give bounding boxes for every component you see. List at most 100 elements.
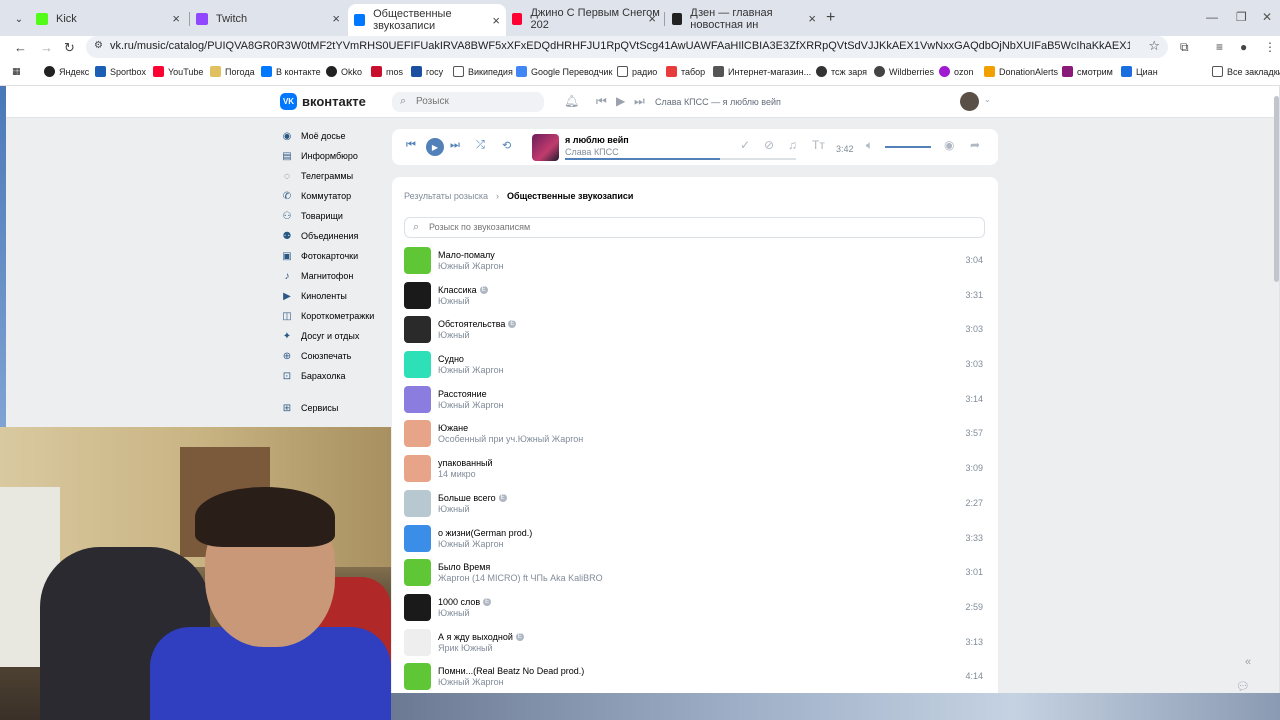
reload-icon[interactable]: ↻ — [64, 40, 75, 56]
close-tab-icon[interactable]: × — [492, 13, 500, 28]
tab-dzen[interactable]: Дзен — главная новостная ин × — [672, 7, 822, 31]
vk-logo[interactable]: VK вконтакте — [280, 93, 366, 110]
close-tab-icon[interactable]: × — [332, 11, 340, 26]
track-artist[interactable]: Южный Жаргон — [438, 400, 504, 410]
forward-icon[interactable]: → — [40, 40, 53, 55]
bookmark-item[interactable]: Погода — [210, 66, 255, 77]
bookmark-item[interactable]: mos — [371, 66, 403, 77]
bookmark-item[interactable]: Wildberries — [874, 66, 934, 77]
track-artist[interactable]: Жаргон (14 MICRO) ft ЧПь Aka KaliBRO — [438, 573, 603, 583]
bookmark-item[interactable]: ozon — [939, 66, 974, 77]
track-title[interactable]: о жизни(German prod.) — [438, 528, 532, 538]
bookmark-item[interactable]: В контакте — [261, 66, 321, 77]
bookmark-item[interactable]: Яндекс — [44, 66, 89, 77]
track-row[interactable]: Классика E Южный 3:31 — [404, 279, 985, 314]
breadcrumb-search-results[interactable]: Результаты розыска — [404, 191, 488, 201]
dislike-icon[interactable]: ⊘ — [764, 138, 774, 152]
bookmark-item[interactable]: Циан — [1121, 66, 1158, 77]
address-bar[interactable]: ⚙ vk.ru/music/catalog/PUIQVA8GR0R3W0tMF2… — [86, 36, 1168, 58]
close-tab-icon[interactable]: × — [808, 11, 816, 26]
lyrics-icon[interactable]: Tт — [812, 138, 825, 152]
menu-item-news[interactable]: ▤ Информбюро — [280, 146, 392, 166]
audio-search[interactable]: ⌕ — [404, 217, 985, 238]
menu-item-friends[interactable]: ⚇ Товарищи — [280, 206, 392, 226]
tab-twitch[interactable]: Twitch × — [196, 8, 346, 30]
track-title[interactable]: упакованный — [438, 458, 493, 468]
vk-search[interactable]: ⌕ — [392, 92, 544, 112]
bookmark-item[interactable]: YouTube — [153, 66, 203, 77]
menu-item-profile[interactable]: ◉ Моё досье — [280, 126, 392, 146]
now-playing-artist[interactable]: Слава КПСС — [565, 147, 619, 157]
bookmark-item[interactable]: тсж заря — [816, 66, 867, 77]
menu-item-clips[interactable]: ◫ Короткометражки — [280, 306, 392, 326]
share-icon[interactable]: ➦ — [970, 138, 980, 152]
track-artist[interactable]: Южный Жаргон — [438, 677, 504, 687]
track-cover[interactable] — [404, 281, 431, 309]
menu-item-communities[interactable]: ⚉ Объединения — [280, 226, 392, 246]
menu-item-market[interactable]: ⊡ Барахолка — [280, 366, 392, 386]
chat-icon[interactable]: 💬︎ — [1236, 680, 1250, 693]
track-artist[interactable]: Южный Жаргон — [438, 365, 504, 375]
bookmark-item[interactable]: радио — [617, 66, 657, 77]
close-window-icon[interactable]: ✕ — [1262, 10, 1272, 24]
bookmark-item[interactable]: смотрим — [1062, 66, 1113, 77]
tab-search-icon[interactable]: ⌄ — [8, 8, 30, 30]
minimize-icon[interactable]: — — [1206, 10, 1218, 24]
close-tab-icon[interactable]: × — [648, 11, 656, 26]
prev-track-icon[interactable]: ⏮︎ — [596, 94, 607, 109]
volume-slider[interactable] — [885, 146, 931, 148]
bookmark-item[interactable]: Интернет-магазин... — [713, 66, 811, 77]
profile-icon[interactable]: ● — [1240, 40, 1247, 54]
all-bookmarks[interactable]: Все закладки — [1212, 66, 1280, 77]
track-row[interactable]: о жизни(German prod.) Южный Жаргон 3:33 — [404, 522, 985, 557]
track-row[interactable]: Расстояние Южный Жаргон 3:14 — [404, 383, 985, 418]
bookmark-star-icon[interactable]: ☆ — [1148, 38, 1160, 54]
track-title[interactable]: Мало-помалу — [438, 250, 495, 260]
track-title[interactable]: Расстояние — [438, 389, 487, 399]
volume-icon[interactable]: 🔈︎ — [866, 138, 873, 153]
track-row[interactable]: Было Время Жаргон (14 MICRO) ft ЧПь Aka K… — [404, 556, 985, 591]
restore-icon[interactable]: ❐ — [1236, 10, 1247, 24]
bookmark-item[interactable]: Google Переводчик — [516, 66, 612, 77]
close-tab-icon[interactable]: × — [172, 11, 180, 26]
track-row[interactable]: Обстоятельства E Южный 3:03 — [404, 313, 985, 348]
repeat-icon[interactable]: ⟲ — [502, 139, 511, 152]
bookmark-item[interactable]: госу — [411, 66, 443, 77]
track-title[interactable]: 1000 слов E — [438, 597, 492, 607]
menu-item-games[interactable]: ✦ Досуг и отдых — [280, 326, 392, 346]
track-title[interactable]: Было Время — [438, 562, 490, 572]
apps-icon[interactable]: ▦ — [12, 66, 21, 77]
track-title[interactable]: Обстоятельства E — [438, 319, 517, 329]
now-playing-title[interactable]: я люблю вейп — [565, 135, 629, 145]
progress-bar[interactable] — [565, 158, 796, 160]
broadcast-icon[interactable]: ◉ — [944, 138, 954, 152]
chevron-down-icon[interactable]: ⌄ — [984, 95, 991, 104]
track-artist[interactable]: Особенный при уч.Южный Жаргон — [438, 434, 583, 444]
track-cover[interactable] — [404, 524, 431, 552]
track-cover[interactable] — [404, 420, 431, 448]
vk-search-input[interactable] — [416, 96, 536, 107]
tab-youtube[interactable]: Джино С Первым Снегом 202 × — [512, 7, 662, 31]
next-track-icon[interactable]: ⏭︎ — [450, 139, 460, 152]
track-title[interactable]: Больше всего E — [438, 493, 507, 503]
track-row[interactable]: Южане Особенный при уч.Южный Жаргон 3:57 — [404, 417, 985, 452]
track-cover[interactable] — [404, 559, 431, 587]
bookmark-item[interactable]: Okko — [326, 66, 362, 77]
bookmark-item[interactable]: Википедия — [453, 66, 513, 77]
play-icon[interactable]: ▶︎ — [616, 94, 625, 108]
track-cover[interactable] — [404, 247, 431, 274]
header-now-playing[interactable]: Слава КПСС — я люблю вейп — [655, 97, 781, 107]
track-artist[interactable]: Южный — [438, 608, 470, 618]
track-row[interactable]: Мало-помалу Южный Жаргон 3:04 — [404, 244, 985, 279]
track-artist[interactable]: 14 микро — [438, 469, 476, 479]
menu-item-newsfeed[interactable]: ⊕ Союзпечать — [280, 346, 392, 366]
tab-vk-music[interactable]: Общественные звукозаписи × — [348, 4, 506, 36]
menu-item-photos[interactable]: ▣ Фотокарточки — [280, 246, 392, 266]
site-info-icon[interactable]: ⚙ — [94, 40, 103, 51]
bookmark-item[interactable]: DonationAlerts — [984, 66, 1058, 77]
menu-icon[interactable]: ⋮ — [1264, 40, 1276, 54]
back-icon[interactable]: ← — [14, 40, 27, 55]
track-artist[interactable]: Южный Жаргон — [438, 539, 504, 549]
extensions-icon[interactable]: ⧉ — [1180, 40, 1189, 55]
track-cover[interactable] — [404, 316, 431, 344]
